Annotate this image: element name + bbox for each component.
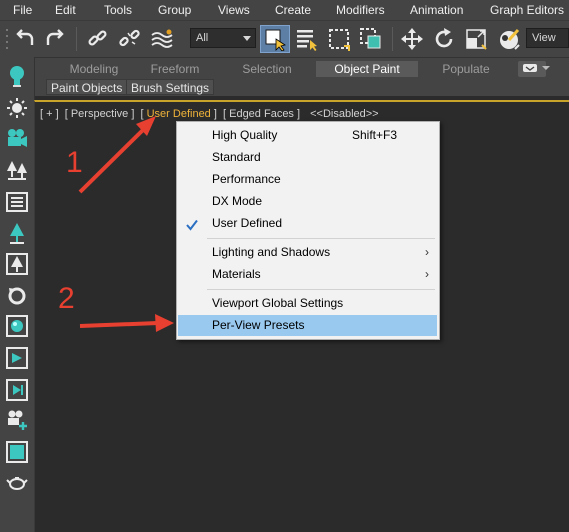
annotation-step-1: 1 <box>66 146 83 179</box>
list-panel-icon[interactable] <box>6 191 28 213</box>
selection-filter-dropdown[interactable]: All <box>190 28 256 48</box>
lightbulb-icon[interactable] <box>6 65 28 87</box>
menu-modifiers[interactable]: Modifiers <box>336 3 385 17</box>
tree-panel-icon[interactable] <box>6 253 28 275</box>
scale-icon[interactable] <box>462 25 490 53</box>
trees-icon[interactable] <box>6 159 28 181</box>
toolbar-separator <box>392 27 393 51</box>
viewport-edged-faces-label[interactable]: [ Edged Faces ] <box>223 108 300 120</box>
viewport-shading-bracket-close: ] <box>213 108 217 120</box>
select-object-button[interactable] <box>260 25 290 53</box>
reference-coordinate-value: View <box>532 32 556 44</box>
menu-item-standard[interactable]: Standard <box>178 147 437 168</box>
reference-coordinate-dropdown[interactable]: View <box>526 28 569 48</box>
rectangular-selection-region-icon[interactable] <box>324 25 354 53</box>
left-toolbar <box>0 57 35 532</box>
annotation-step-2: 2 <box>58 282 75 315</box>
menu-item-label: DX Mode <box>212 194 263 208</box>
play-panel-icon[interactable] <box>6 347 28 369</box>
menu-animation[interactable]: Animation <box>410 3 463 17</box>
viewport-shading-label[interactable]: User Defined <box>147 108 211 120</box>
submenu-arrow-icon: › <box>425 267 429 281</box>
ribbon: Modeling Freeform Selection Object Paint… <box>0 57 569 96</box>
viewport-shading-context-menu: High Quality Shift+F3 Standard Performan… <box>176 121 440 340</box>
viewport-labels: [ + ] [ Perspective ] [ User Defined ] [… <box>40 108 382 120</box>
tab-object-paint[interactable]: Object Paint <box>316 61 418 77</box>
menu-item-label: User Defined <box>212 216 283 230</box>
menu-create[interactable]: Create <box>275 3 311 17</box>
link-icon[interactable] <box>84 25 112 53</box>
redo-icon[interactable] <box>42 25 68 53</box>
subtab-brush-settings[interactable]: Brush Settings <box>126 79 215 95</box>
viewport-point-of-view-label[interactable]: [ Perspective ] <box>65 108 135 120</box>
toolbar-separator <box>76 27 77 51</box>
tab-freeform[interactable]: Freeform <box>140 61 210 77</box>
menu-separator <box>207 289 435 290</box>
place-icon[interactable] <box>494 25 524 53</box>
menu-item-label: Standard <box>212 150 261 164</box>
menu-item-label: Materials <box>212 267 261 281</box>
toolbar-grip[interactable] <box>4 25 12 53</box>
menu-item-shortcut: Shift+F3 <box>351 128 397 142</box>
menu-edit[interactable]: Edit <box>55 3 76 17</box>
chevron-down-icon <box>243 36 251 41</box>
menu-item-viewport-global-settings[interactable]: Viewport Global Settings <box>178 293 437 314</box>
menu-item-dx-mode[interactable]: DX Mode <box>178 191 437 212</box>
tab-selection[interactable]: Selection <box>230 61 304 77</box>
menu-item-label: Viewport Global Settings <box>212 296 344 310</box>
menu-item-performance[interactable]: Performance <box>178 169 437 190</box>
chevron-down-icon[interactable] <box>540 61 552 77</box>
tree-icon[interactable] <box>6 222 28 244</box>
selection-filter-value: All <box>196 32 209 44</box>
sphere-panel-icon[interactable] <box>6 315 28 337</box>
subtab-paint-objects[interactable]: Paint Objects <box>46 79 128 95</box>
tab-populate[interactable]: Populate <box>426 61 506 77</box>
camera-icon[interactable] <box>6 127 28 149</box>
sun-icon[interactable] <box>6 97 28 119</box>
menu-item-high-quality[interactable]: High Quality Shift+F3 <box>178 125 437 146</box>
menu-item-label: Lighting and Shadows <box>212 245 331 259</box>
checkmark-icon <box>186 217 198 238</box>
menu-views[interactable]: Views <box>218 3 250 17</box>
submenu-arrow-icon: › <box>425 245 429 259</box>
menu-file[interactable]: File <box>13 3 32 17</box>
menu-item-label: Performance <box>212 172 281 186</box>
undo-icon[interactable] <box>12 25 38 53</box>
menu-bar: File Edit Tools Group Views Create Modif… <box>0 0 569 20</box>
teapot-icon[interactable] <box>6 471 28 493</box>
main-toolbar: All View <box>0 20 569 57</box>
media-panel-icon[interactable] <box>6 379 28 401</box>
menu-item-lighting-and-shadows[interactable]: Lighting and Shadows › <box>178 242 437 263</box>
viewport-shading-bracket-open: [ <box>140 108 144 120</box>
camera-add-icon[interactable] <box>6 409 28 431</box>
menu-item-per-view-presets[interactable]: Per-View Presets <box>178 315 437 336</box>
viewport-disabled-label[interactable]: <<Disabled>> <box>310 108 379 120</box>
menu-group[interactable]: Group <box>158 3 191 17</box>
menu-graph-editors[interactable]: Graph Editors <box>490 3 564 17</box>
menu-separator <box>207 238 435 239</box>
unlink-icon[interactable] <box>116 25 144 53</box>
window-crossing-icon[interactable] <box>356 25 386 53</box>
viewport-plus-menu[interactable]: [ + ] <box>40 108 59 120</box>
menu-tools[interactable]: Tools <box>104 3 132 17</box>
move-icon[interactable] <box>398 25 426 53</box>
refresh-icon[interactable] <box>6 285 28 307</box>
menu-item-label: Per-View Presets <box>212 318 305 332</box>
tab-modeling[interactable]: Modeling <box>56 61 132 77</box>
panel-icon[interactable] <box>6 441 28 463</box>
select-by-name-icon[interactable] <box>292 25 322 53</box>
rotate-icon[interactable] <box>430 25 458 53</box>
menu-item-label: High Quality <box>212 128 278 142</box>
menu-item-user-defined[interactable]: User Defined <box>178 213 437 234</box>
menu-item-materials[interactable]: Materials › <box>178 264 437 285</box>
bind-space-warp-icon[interactable] <box>148 25 176 53</box>
